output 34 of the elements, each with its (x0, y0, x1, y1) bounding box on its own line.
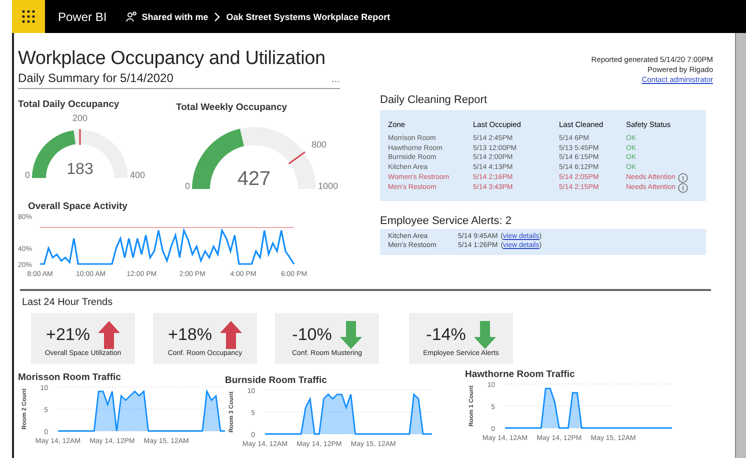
kpi-value: -14% (426, 324, 466, 344)
gauge-target-label: 800 (311, 139, 326, 150)
kpi-value: -10% (292, 324, 332, 344)
section-title: Employee Service Alerts: 2 (380, 214, 512, 227)
chart-title: Hawthorne Room Traffic (465, 369, 576, 380)
gauge-min-label: 0 (24, 170, 30, 180)
kpi-value: +21% (46, 324, 90, 344)
gauge-value: 183 (66, 160, 94, 178)
app-launcher-button[interactable] (12, 0, 45, 33)
gauge-title: Total Weekly Occupancy (176, 102, 288, 113)
gauge-target-marker (79, 128, 81, 145)
breadcrumb-link[interactable]: Oak Street Systems Workplace Report (226, 12, 390, 22)
report-subtitle: Daily Summary for 5/14/2020 (18, 70, 174, 85)
gauge-max-label: 400 (130, 170, 146, 180)
breadcrumb-link[interactable]: Shared with me (142, 12, 208, 22)
people-icon (126, 11, 137, 22)
gauge-target-label: 200 (72, 112, 88, 123)
gauge-max-label: 1000 (318, 180, 338, 191)
section-title: Last 24 Hour Trends (22, 297, 114, 308)
chart-title: Overall Space Activity (28, 200, 128, 212)
info-icon[interactable] (678, 172, 688, 183)
section-title: Daily Cleaning Report (380, 94, 488, 106)
gauge-value: 427 (237, 168, 271, 190)
gauge-min-label: 0 (184, 180, 190, 191)
product-name[interactable]: Power BI (58, 10, 107, 24)
gauge-target-marker (288, 151, 306, 164)
gauge-title: Total Daily Occupancy (18, 98, 120, 110)
chart-title: Burnside Room Traffic (225, 375, 328, 386)
waffle-icon (22, 10, 35, 23)
report-title: Workplace Occupancy and Utilization (18, 47, 326, 71)
info-icon[interactable] (678, 182, 688, 193)
more-options-button[interactable]: ... (332, 76, 340, 83)
kpi-value: +18% (168, 324, 212, 344)
chevron-right-icon (213, 12, 222, 22)
